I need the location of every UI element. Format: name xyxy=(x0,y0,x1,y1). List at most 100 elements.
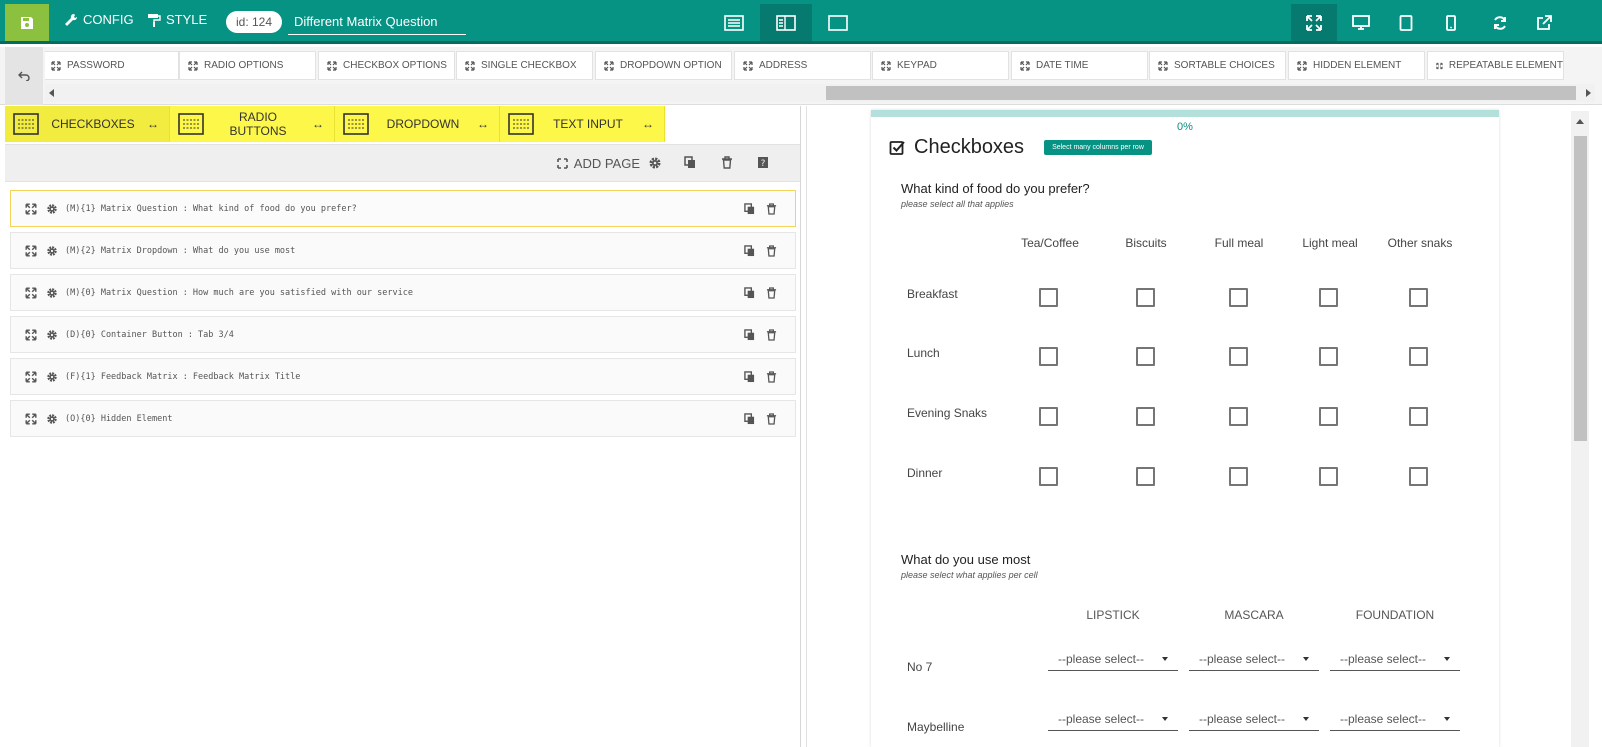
gear-icon[interactable] xyxy=(46,329,58,341)
matrix-checkbox[interactable] xyxy=(1319,467,1338,486)
refresh-button[interactable] xyxy=(1477,4,1523,41)
progress-label: 0% xyxy=(1177,121,1193,133)
copy-icon[interactable] xyxy=(744,371,755,383)
desktop-view-button[interactable] xyxy=(1338,4,1384,41)
scroll-left-arrow[interactable] xyxy=(49,89,54,97)
gear-icon[interactable] xyxy=(46,287,58,299)
matrix-checkbox[interactable] xyxy=(1039,467,1058,486)
view-preview-button[interactable] xyxy=(812,4,864,41)
tab-radio-buttons[interactable]: RADIO BUTTONS ↔ xyxy=(170,106,335,142)
matrix-dropdown[interactable]: --please select-- xyxy=(1189,707,1319,731)
trash-icon[interactable] xyxy=(766,371,777,383)
matrix-checkbox[interactable] xyxy=(1136,467,1155,486)
scrollbar-thumb[interactable] xyxy=(826,86,1576,100)
matrix-checkbox[interactable] xyxy=(1039,288,1058,307)
matrix-dropdown[interactable]: --please select-- xyxy=(1189,647,1319,671)
tab-dropdown[interactable]: DROPDOWN ↔ xyxy=(335,106,500,142)
matrix-checkbox[interactable] xyxy=(1409,407,1428,426)
move-icon[interactable] xyxy=(25,203,37,215)
preview-vertical-scrollbar[interactable] xyxy=(1571,111,1589,747)
palette-horizontal-scrollbar[interactable] xyxy=(45,84,1595,102)
palette-item-password[interactable]: PASSWORD xyxy=(45,51,179,80)
matrix-dropdown[interactable]: --please select-- xyxy=(1330,707,1460,731)
matrix-checkbox[interactable] xyxy=(1319,347,1338,366)
trash-icon[interactable] xyxy=(766,413,777,425)
trash-icon[interactable] xyxy=(766,203,777,215)
matrix-checkbox[interactable] xyxy=(1409,288,1428,307)
matrix-checkbox[interactable] xyxy=(1229,347,1248,366)
palette-item-checkbox-options[interactable]: CHECKBOX OPTIONS xyxy=(318,51,455,80)
view-split-button[interactable] xyxy=(760,4,812,41)
page-settings-button[interactable] xyxy=(648,156,662,170)
mobile-view-button[interactable] xyxy=(1428,4,1474,41)
page-help-button[interactable]: ? xyxy=(757,156,769,169)
move-icon[interactable] xyxy=(25,371,37,383)
trash-icon[interactable] xyxy=(766,287,777,299)
copy-icon[interactable] xyxy=(744,245,755,257)
palette-item-keypad[interactable]: KEYPAD xyxy=(872,51,1009,80)
fullscreen-button[interactable] xyxy=(1291,4,1337,41)
question-row[interactable]: (M){1} Matrix Question : What kind of fo… xyxy=(10,190,796,227)
add-page-button[interactable]: ADD PAGE xyxy=(556,156,640,171)
palette-back-button[interactable] xyxy=(5,47,43,105)
question-row[interactable]: (D){0} Container Button : Tab 3/4 xyxy=(10,316,796,353)
palette-item-dropdown-option[interactable]: DROPDOWN OPTION xyxy=(595,51,732,80)
matrix-checkbox[interactable] xyxy=(1136,407,1155,426)
question-row[interactable]: (F){1} Feedback Matrix : Feedback Matrix… xyxy=(10,358,796,395)
matrix-checkbox[interactable] xyxy=(1409,347,1428,366)
trash-icon[interactable] xyxy=(766,245,777,257)
matrix-dropdown[interactable]: --please select-- xyxy=(1048,647,1178,671)
tab-text-input[interactable]: TEXT INPUT ↔ xyxy=(500,106,665,142)
palette-item-radio-options[interactable]: RADIO OPTIONS xyxy=(179,51,316,80)
preview-view-icon xyxy=(828,14,848,31)
form-title-input[interactable] xyxy=(288,9,466,35)
page-delete-button[interactable] xyxy=(721,156,733,169)
move-icon[interactable] xyxy=(25,329,37,341)
matrix-checkbox[interactable] xyxy=(1039,347,1058,366)
tab-checkboxes[interactable]: CHECKBOXES ↔ xyxy=(5,106,170,142)
question-row[interactable]: (M){2} Matrix Dropdown : What do you use… xyxy=(10,232,796,269)
matrix-dropdown[interactable]: --please select-- xyxy=(1330,647,1460,671)
matrix-checkbox[interactable] xyxy=(1409,467,1428,486)
copy-icon[interactable] xyxy=(744,203,755,215)
palette-item-sortable-choices[interactable]: SORTABLE CHOICES xyxy=(1149,51,1286,80)
matrix-checkbox[interactable] xyxy=(1319,407,1338,426)
open-external-button[interactable] xyxy=(1521,4,1567,41)
matrix-checkbox[interactable] xyxy=(1039,407,1058,426)
palette-item-date-time[interactable]: DATE TIME xyxy=(1011,51,1148,80)
palette-item-address[interactable]: ADDRESS xyxy=(734,51,871,80)
palette-item-repeatable-element[interactable]: REPEATABLE ELEMENT xyxy=(1427,51,1564,80)
view-list-button[interactable] xyxy=(708,4,760,41)
move-icon[interactable] xyxy=(25,413,37,425)
copy-icon[interactable] xyxy=(744,413,755,425)
page-copy-button[interactable] xyxy=(684,156,696,169)
save-button[interactable] xyxy=(5,4,49,41)
matrix-checkbox[interactable] xyxy=(1136,288,1155,307)
move-icon[interactable] xyxy=(25,245,37,257)
palette-item-hidden-element[interactable]: HIDDEN ELEMENT xyxy=(1288,51,1425,80)
trash-icon[interactable] xyxy=(766,329,777,341)
matrix-checkbox[interactable] xyxy=(1229,467,1248,486)
matrix-dropdown[interactable]: --please select-- xyxy=(1048,707,1178,731)
move-icon[interactable] xyxy=(25,287,37,299)
tablet-view-button[interactable] xyxy=(1383,4,1429,41)
gear-icon[interactable] xyxy=(46,245,58,257)
question-row[interactable]: (M){0} Matrix Question : How much are yo… xyxy=(10,274,796,311)
matrix-checkbox[interactable] xyxy=(1229,407,1248,426)
copy-icon[interactable] xyxy=(744,287,755,299)
gear-icon[interactable] xyxy=(46,413,58,425)
matrix-checkbox[interactable] xyxy=(1136,347,1155,366)
palette-item-single-checkbox[interactable]: SINGLE CHECKBOX xyxy=(456,51,593,80)
scroll-right-arrow[interactable] xyxy=(1586,89,1591,97)
question-row[interactable]: (O){0} Hidden Element xyxy=(10,400,796,437)
style-button[interactable]: STYLE xyxy=(147,12,207,27)
matrix-checkbox[interactable] xyxy=(1229,288,1248,307)
gear-icon[interactable] xyxy=(46,371,58,383)
dropdown-value: --please select-- xyxy=(1057,711,1145,726)
scroll-up-arrow[interactable] xyxy=(1576,119,1584,124)
scrollbar-thumb[interactable] xyxy=(1574,136,1587,441)
config-button[interactable]: CONFIG xyxy=(64,12,134,27)
matrix-checkbox[interactable] xyxy=(1319,288,1338,307)
gear-icon[interactable] xyxy=(46,203,58,215)
copy-icon[interactable] xyxy=(744,329,755,341)
